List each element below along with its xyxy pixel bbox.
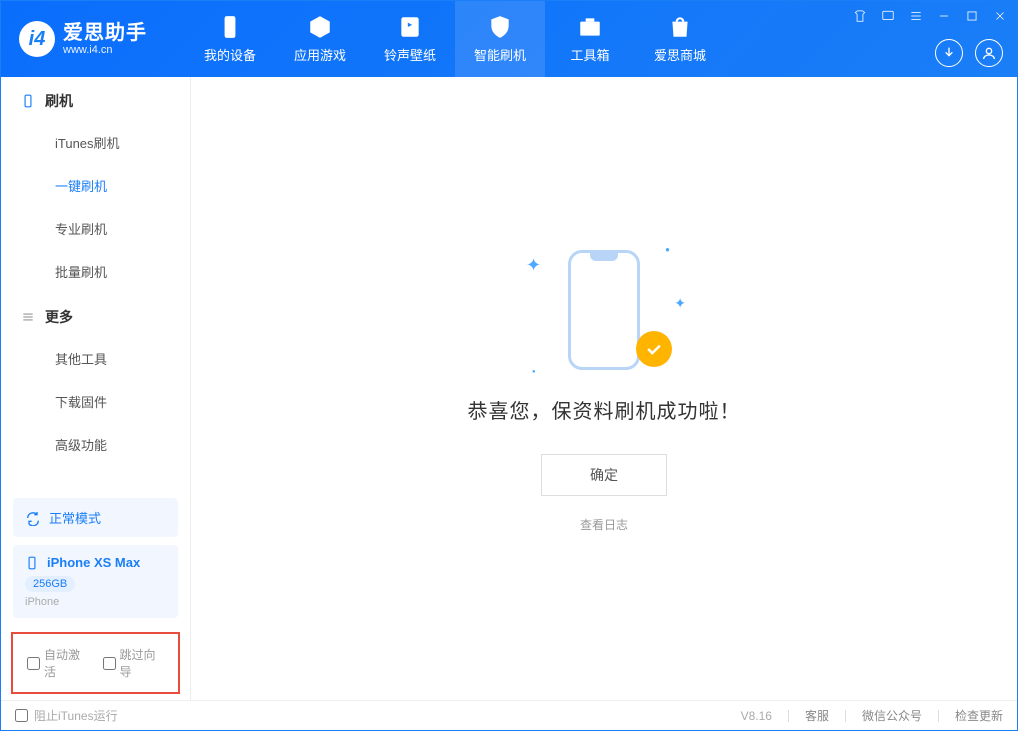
tab-label: 应用游戏 xyxy=(294,45,346,64)
sidebar-item-batch-flash[interactable]: 批量刷机 xyxy=(1,250,190,293)
footer-link-wechat[interactable]: 微信公众号 xyxy=(862,707,922,724)
sidebar-group-flash: 刷机 xyxy=(1,77,190,121)
phone-small-icon xyxy=(21,94,35,108)
app-subtitle: www.i4.cn xyxy=(63,44,147,56)
app-title: 爱思助手 xyxy=(63,22,147,44)
sidebar-item-advanced[interactable]: 高级功能 xyxy=(1,423,190,466)
device-name: iPhone XS Max xyxy=(47,555,140,570)
skip-guide-label: 跳过向导 xyxy=(120,646,165,680)
minimize-button[interactable] xyxy=(935,7,953,25)
checkbox-auto-activate[interactable]: 自动激活 xyxy=(27,646,89,680)
device-type: iPhone xyxy=(25,596,166,608)
tab-label: 我的设备 xyxy=(204,45,256,64)
sidebar-item-onekey-flash[interactable]: 一键刷机 xyxy=(1,164,190,207)
divider xyxy=(845,710,846,722)
main-content: ✦ ✦ ● ● 恭喜您，保资料刷机成功啦！ 确定 查看日志 xyxy=(191,77,1017,700)
mode-label: 正常模式 xyxy=(49,508,101,527)
view-log-link[interactable]: 查看日志 xyxy=(580,516,628,533)
phone-outline-icon xyxy=(568,250,640,370)
logo-icon: i4 xyxy=(19,21,55,57)
shirt-icon[interactable] xyxy=(851,7,869,25)
user-button[interactable] xyxy=(975,39,1003,67)
device-info-box[interactable]: iPhone XS Max 256GB iPhone xyxy=(13,545,178,618)
device-name-row: iPhone XS Max xyxy=(25,555,166,570)
group-title-label: 更多 xyxy=(45,307,73,327)
footer-link-update[interactable]: 检查更新 xyxy=(955,707,1003,724)
footer-left: 阻止iTunes运行 xyxy=(15,707,118,724)
checkbox-skip-guide[interactable]: 跳过向导 xyxy=(103,646,165,680)
device-storage-badge: 256GB xyxy=(25,576,75,592)
music-icon xyxy=(396,15,424,39)
logo-text: 爱思助手 www.i4.cn xyxy=(63,22,147,56)
checkmark-badge-icon xyxy=(636,331,672,367)
briefcase-icon xyxy=(576,15,604,39)
tab-smart-flash[interactable]: 智能刷机 xyxy=(455,1,545,77)
tab-label: 爱思商城 xyxy=(654,45,706,64)
divider xyxy=(788,710,789,722)
menu-icon[interactable] xyxy=(907,7,925,25)
close-button[interactable] xyxy=(991,7,1009,25)
footer-link-service[interactable]: 客服 xyxy=(805,707,829,724)
cube-icon xyxy=(306,15,334,39)
tab-store[interactable]: 爱思商城 xyxy=(635,1,725,77)
titlebar: i4 爱思助手 www.i4.cn 我的设备 应用游戏 铃声壁纸 智能刷机 工具… xyxy=(1,1,1017,77)
statusbar: 阻止iTunes运行 V8.16 客服 微信公众号 检查更新 xyxy=(1,700,1017,730)
auto-activate-input[interactable] xyxy=(27,657,40,670)
group-title-label: 刷机 xyxy=(45,91,73,111)
tab-label: 铃声壁纸 xyxy=(384,45,436,64)
sidebar-item-pro-flash[interactable]: 专业刷机 xyxy=(1,207,190,250)
list-icon xyxy=(21,310,35,324)
tab-label: 智能刷机 xyxy=(474,45,526,64)
tab-ringtone-wallpaper[interactable]: 铃声壁纸 xyxy=(365,1,455,77)
activation-options: 自动激活 跳过向导 xyxy=(11,632,180,694)
tab-toolbox[interactable]: 工具箱 xyxy=(545,1,635,77)
sidebar-item-itunes-flash[interactable]: iTunes刷机 xyxy=(1,121,190,164)
shield-icon xyxy=(486,15,514,39)
device-icon xyxy=(216,15,244,39)
bag-icon xyxy=(666,15,694,39)
feedback-icon[interactable] xyxy=(879,7,897,25)
maximize-button[interactable] xyxy=(963,7,981,25)
sparkle-icon: ✦ xyxy=(526,255,541,276)
sparkle-icon: ● xyxy=(665,245,670,254)
success-message: 恭喜您，保资料刷机成功啦！ xyxy=(468,395,741,424)
window-controls xyxy=(851,7,1009,25)
device-small-icon xyxy=(25,556,39,570)
sidebar-group-more: 更多 xyxy=(1,293,190,337)
block-itunes-checkbox[interactable] xyxy=(15,709,28,722)
auto-activate-label: 自动激活 xyxy=(44,646,89,680)
divider xyxy=(938,710,939,722)
sidebar-item-other-tools[interactable]: 其他工具 xyxy=(1,337,190,380)
success-illustration: ✦ ✦ ● ● xyxy=(544,245,664,375)
header-right-buttons xyxy=(935,39,1003,67)
ok-button[interactable]: 确定 xyxy=(541,454,667,496)
sparkle-icon: ✦ xyxy=(674,295,686,312)
sparkle-icon: ● xyxy=(532,369,536,375)
download-button[interactable] xyxy=(935,39,963,67)
tab-apps-games[interactable]: 应用游戏 xyxy=(275,1,365,77)
tab-my-device[interactable]: 我的设备 xyxy=(185,1,275,77)
version-label: V8.16 xyxy=(741,709,772,723)
sidebar: 刷机 iTunes刷机 一键刷机 专业刷机 批量刷机 更多 其他工具 下载固件 … xyxy=(1,77,191,700)
skip-guide-input[interactable] xyxy=(103,657,116,670)
block-itunes-label: 阻止iTunes运行 xyxy=(34,707,118,724)
body: 刷机 iTunes刷机 一键刷机 专业刷机 批量刷机 更多 其他工具 下载固件 … xyxy=(1,77,1017,700)
app-logo: i4 爱思助手 www.i4.cn xyxy=(1,1,165,77)
mode-box[interactable]: 正常模式 xyxy=(13,498,178,537)
footer-right: V8.16 客服 微信公众号 检查更新 xyxy=(741,707,1003,724)
refresh-icon xyxy=(25,510,41,526)
sidebar-item-download-firmware[interactable]: 下载固件 xyxy=(1,380,190,423)
tab-label: 工具箱 xyxy=(570,45,609,64)
